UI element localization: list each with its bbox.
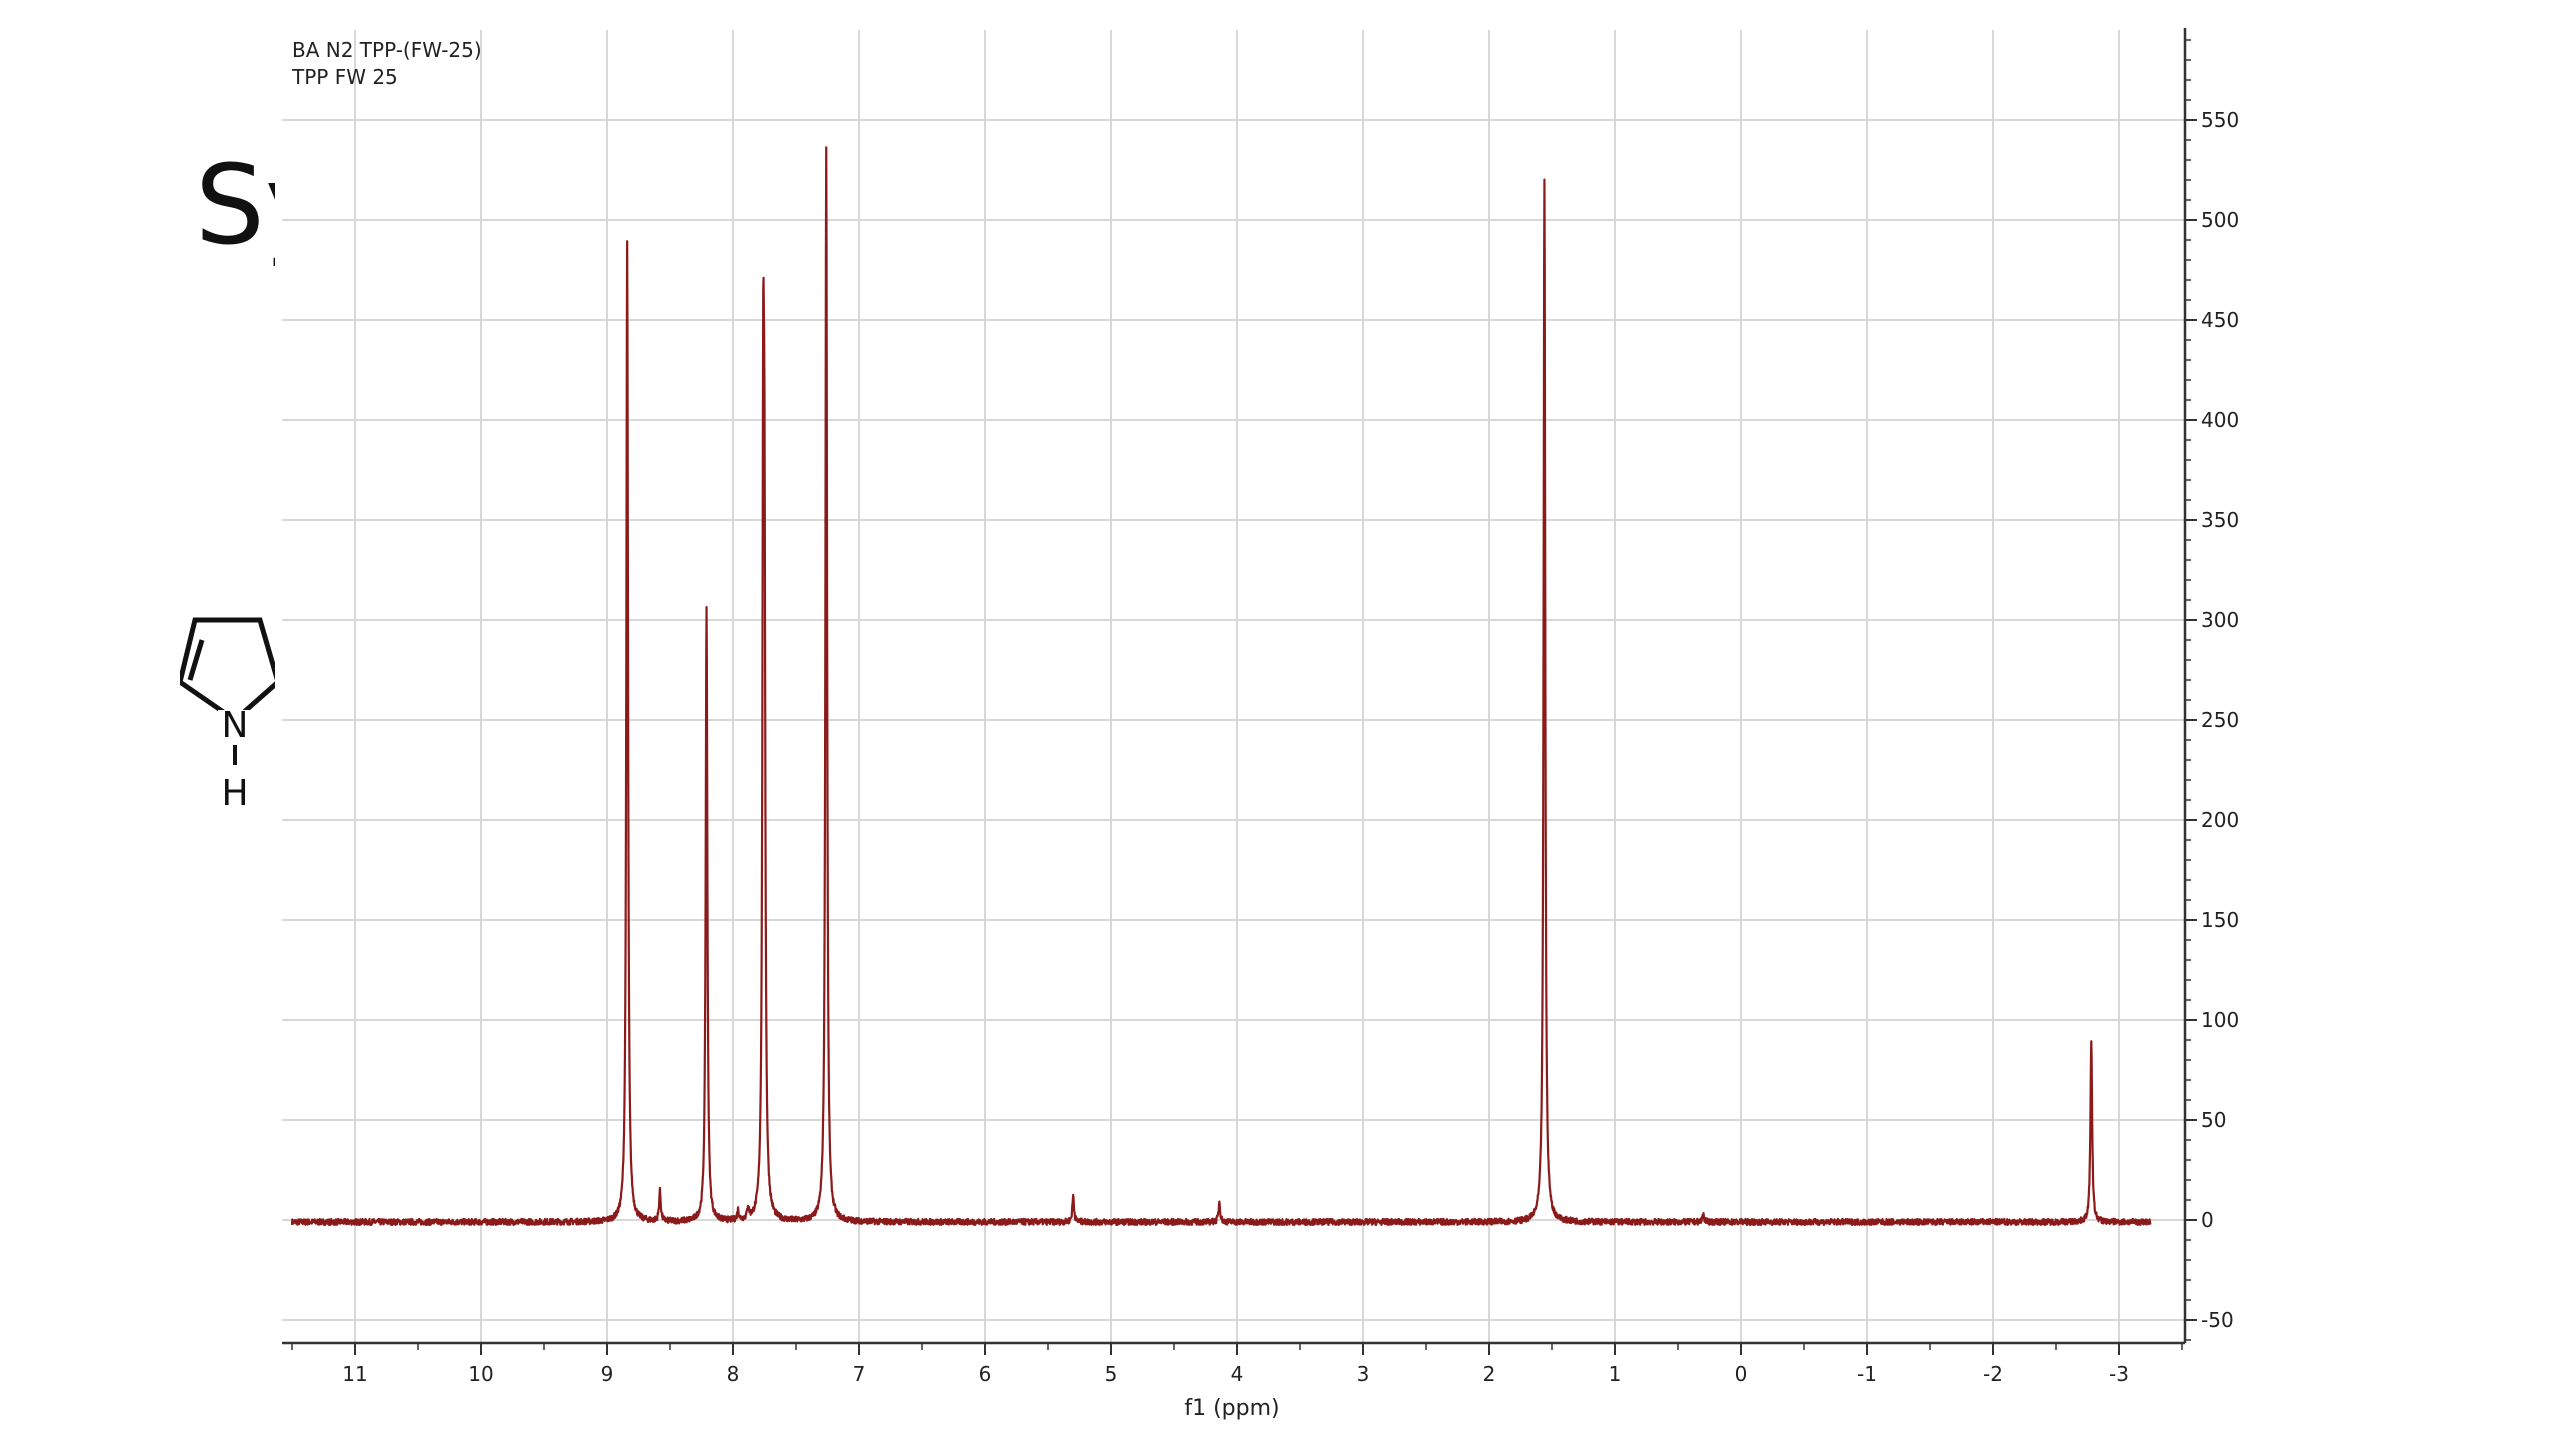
x-axis-label: f1 (ppm) xyxy=(1184,1396,1279,1421)
x-tick-label: 6 xyxy=(979,1362,992,1386)
x-tick-label: 7 xyxy=(853,1362,866,1386)
y-tick-label: 100 xyxy=(2201,1008,2239,1032)
y-tick-label: 550 xyxy=(2201,108,2239,132)
y-tick-label: 50 xyxy=(2201,1108,2226,1132)
spectrum-header-line-1: BA N2 TPP-(FW-25) xyxy=(292,38,482,62)
y-tick-label: 200 xyxy=(2201,808,2239,832)
x-tick-label: 4 xyxy=(1231,1362,1244,1386)
x-tick-label: -3 xyxy=(2109,1362,2129,1386)
x-tick-label: 3 xyxy=(1357,1362,1370,1386)
x-tick-label: 0 xyxy=(1735,1362,1748,1386)
y-tick-label: 350 xyxy=(2201,508,2239,532)
x-tick-label: 10 xyxy=(468,1362,493,1386)
y-tick-label: 0 xyxy=(2201,1208,2214,1232)
y-tick-label: -50 xyxy=(2201,1308,2234,1332)
y-tick-label: 250 xyxy=(2201,708,2239,732)
y-tick-label: 150 xyxy=(2201,908,2239,932)
y-tick-label: 300 xyxy=(2201,608,2239,632)
x-tick-label: 1 xyxy=(1609,1362,1622,1386)
x-tick-label: -1 xyxy=(1857,1362,1877,1386)
spectrum-header-line-2: TPP FW 25 xyxy=(291,65,398,89)
y-tick-label: 500 xyxy=(2201,208,2239,232)
x-tick-label: 9 xyxy=(601,1362,614,1386)
x-tick-label: 5 xyxy=(1105,1362,1118,1386)
chart-panel xyxy=(275,30,2285,1330)
x-tick-label: 8 xyxy=(727,1362,740,1386)
x-tick-label: 2 xyxy=(1483,1362,1496,1386)
nmr-spectrum-chart: 11 10 9 8 7 6 5 4 3 2 1 0 -1 -2 -3-5005010015020025030… xyxy=(275,28,2285,1421)
x-tick-label: 11 xyxy=(342,1362,367,1386)
x-tick-label: -2 xyxy=(1983,1362,2003,1386)
y-tick-label: 450 xyxy=(2201,308,2239,332)
y-tick-label: 400 xyxy=(2201,408,2239,432)
